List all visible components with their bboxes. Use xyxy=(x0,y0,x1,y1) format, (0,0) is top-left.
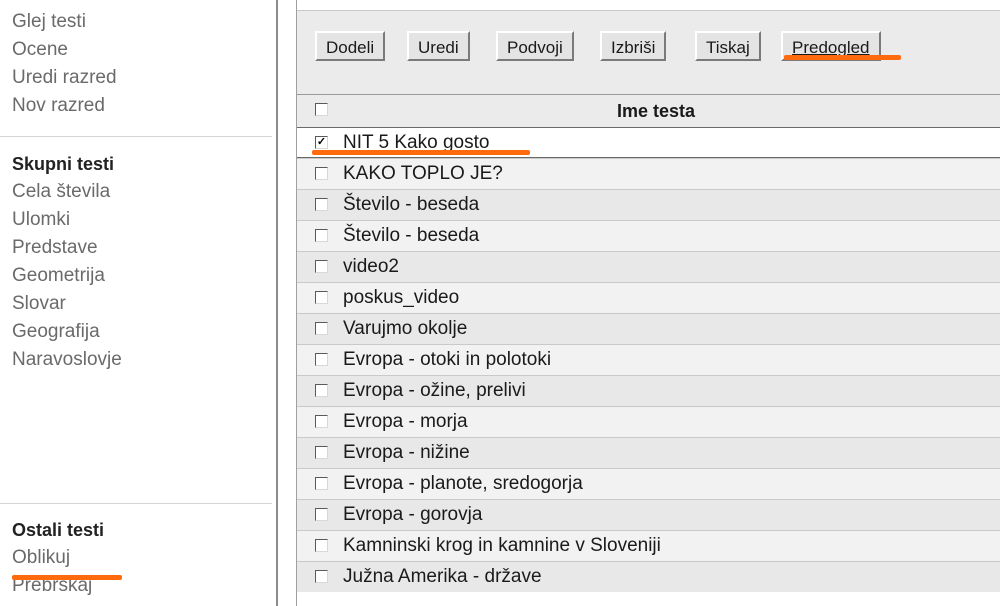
test-name[interactable]: Število - beseda xyxy=(343,190,479,220)
test-name[interactable]: Evropa - morja xyxy=(343,407,468,437)
test-name[interactable]: Evropa - nižine xyxy=(343,438,470,468)
row-checkbox[interactable] xyxy=(315,477,328,490)
sidebar-group-ostali: Ostali testi Oblikuj Prebrskaj xyxy=(12,516,104,600)
sidebar-item-slovar[interactable]: Slovar xyxy=(12,290,122,318)
test-name[interactable]: Južna Amerika - države xyxy=(343,562,542,592)
table-row[interactable]: Varujmo okolje xyxy=(297,313,1000,344)
table-row[interactable]: Evropa - morja xyxy=(297,406,1000,437)
sidebar-group-skupni: Skupni testi Cela števila Ulomki Predsta… xyxy=(12,150,122,374)
row-checkbox[interactable]: ✓ xyxy=(315,136,328,149)
table-row[interactable]: Število - beseda xyxy=(297,220,1000,251)
table-row[interactable]: Evropa - otoki in polotoki xyxy=(297,344,1000,375)
annotation-underline-preview xyxy=(784,55,901,60)
row-checkbox[interactable] xyxy=(315,415,328,428)
annotation-underline-selected-row xyxy=(312,150,530,155)
table-row[interactable]: video2 xyxy=(297,251,1000,282)
row-checkbox[interactable] xyxy=(315,446,328,459)
row-checkbox[interactable] xyxy=(315,384,328,397)
delete-button[interactable]: Izbriši xyxy=(600,31,667,61)
table-row[interactable]: Število - beseda xyxy=(297,189,1000,220)
sidebar-heading-skupni-testi: Skupni testi xyxy=(12,154,115,174)
table-row[interactable]: Evropa - ožine, prelivi xyxy=(297,375,1000,406)
main-content: Dodeli Uredi Podvoji Izbriši Tiskaj Pred… xyxy=(297,0,1000,606)
table-row[interactable]: Evropa - planote, sredogorja xyxy=(297,468,1000,499)
sidebar-divider xyxy=(0,136,272,137)
sidebar-item-naravoslovje[interactable]: Naravoslovje xyxy=(12,346,122,374)
sidebar-item-geometrija[interactable]: Geometrija xyxy=(12,262,122,290)
sidebar-item-nov-razred[interactable]: Nov razred xyxy=(12,92,117,120)
duplicate-button[interactable]: Podvoji xyxy=(496,31,574,61)
row-checkbox[interactable] xyxy=(315,291,328,304)
row-checkbox[interactable] xyxy=(315,260,328,273)
test-name[interactable]: poskus_video xyxy=(343,283,459,313)
row-checkbox[interactable] xyxy=(315,198,328,211)
assign-button[interactable]: Dodeli xyxy=(315,31,386,61)
row-checkbox[interactable] xyxy=(315,570,328,583)
edit-button[interactable]: Uredi xyxy=(407,31,470,61)
sidebar: Glej testi Ocene Uredi razred Nov razred… xyxy=(0,0,275,606)
sidebar-item-cela-stevila[interactable]: Cela števila xyxy=(12,178,122,206)
sidebar-heading-ostali-testi: Ostali testi xyxy=(12,520,105,540)
test-name[interactable]: Kamninski krog in kamnine v Sloveniji xyxy=(343,531,661,561)
table-header-row: Ime testa xyxy=(297,94,1000,127)
test-name[interactable]: video2 xyxy=(343,252,399,282)
delete-button-label: Izbriši xyxy=(611,38,656,57)
test-name[interactable]: Evropa - gorovja xyxy=(343,500,482,530)
table-row[interactable]: KAKO TOPLO JE? xyxy=(297,158,1000,189)
table-body: ✓ NIT 5 Kako gosto KAKO TOPLO JE? Število -… xyxy=(297,127,1000,592)
row-checkbox[interactable] xyxy=(315,229,328,242)
duplicate-button-label: Podvoji xyxy=(507,38,563,57)
row-checkbox[interactable] xyxy=(315,539,328,552)
sidebar-item-predstave[interactable]: Predstave xyxy=(12,234,122,262)
select-all-checkbox[interactable] xyxy=(315,103,328,116)
column-header-test-name: Ime testa xyxy=(617,101,696,121)
sidebar-top-links: Glej testi Ocene Uredi razred Nov razred xyxy=(12,8,117,120)
table-row[interactable]: Kamninski krog in kamnine v Sloveniji xyxy=(297,530,1000,561)
test-name[interactable]: Varujmo okolje xyxy=(343,314,467,344)
page: Glej testi Ocene Uredi razred Nov razred… xyxy=(0,0,1000,606)
sidebar-item-oblikuj[interactable]: Oblikuj xyxy=(12,544,104,572)
row-checkbox[interactable] xyxy=(315,167,328,180)
sidebar-divider xyxy=(0,503,272,504)
table-row[interactable]: Evropa - nižine xyxy=(297,437,1000,468)
assign-button-label: Dodeli xyxy=(326,38,375,57)
sidebar-item-geografija[interactable]: Geografija xyxy=(12,318,122,346)
test-name[interactable]: Evropa - otoki in polotoki xyxy=(343,345,551,375)
row-checkbox[interactable] xyxy=(315,353,328,366)
test-name[interactable]: KAKO TOPLO JE? xyxy=(343,159,503,189)
sidebar-item-uredi-razred[interactable]: Uredi razred xyxy=(12,64,117,92)
sidebar-item-ocene[interactable]: Ocene xyxy=(12,36,117,64)
table-row[interactable]: Evropa - gorovja xyxy=(297,499,1000,530)
toolbar: Dodeli Uredi Podvoji Izbriši Tiskaj Pred… xyxy=(297,10,1000,95)
row-checkbox[interactable] xyxy=(315,508,328,521)
edit-button-label: Uredi xyxy=(418,38,459,57)
test-name[interactable]: Evropa - ožine, prelivi xyxy=(343,376,526,406)
print-button-label: Tiskaj xyxy=(706,38,750,57)
row-checkbox[interactable] xyxy=(315,322,328,335)
sidebar-item-glej-testi[interactable]: Glej testi xyxy=(12,8,117,36)
test-name[interactable]: Evropa - planote, sredogorja xyxy=(343,469,583,499)
table-row[interactable]: Južna Amerika - države xyxy=(297,561,1000,592)
tests-table: Ime testa ✓ NIT 5 Kako gosto KAKO TOPLO JE… xyxy=(297,94,1000,592)
sidebar-border xyxy=(276,0,278,606)
table-row[interactable]: poskus_video xyxy=(297,282,1000,313)
print-button[interactable]: Tiskaj xyxy=(695,31,761,61)
test-name[interactable]: Število - beseda xyxy=(343,221,479,251)
annotation-underline-oblikuj xyxy=(12,575,122,580)
sidebar-item-ulomki[interactable]: Ulomki xyxy=(12,206,122,234)
